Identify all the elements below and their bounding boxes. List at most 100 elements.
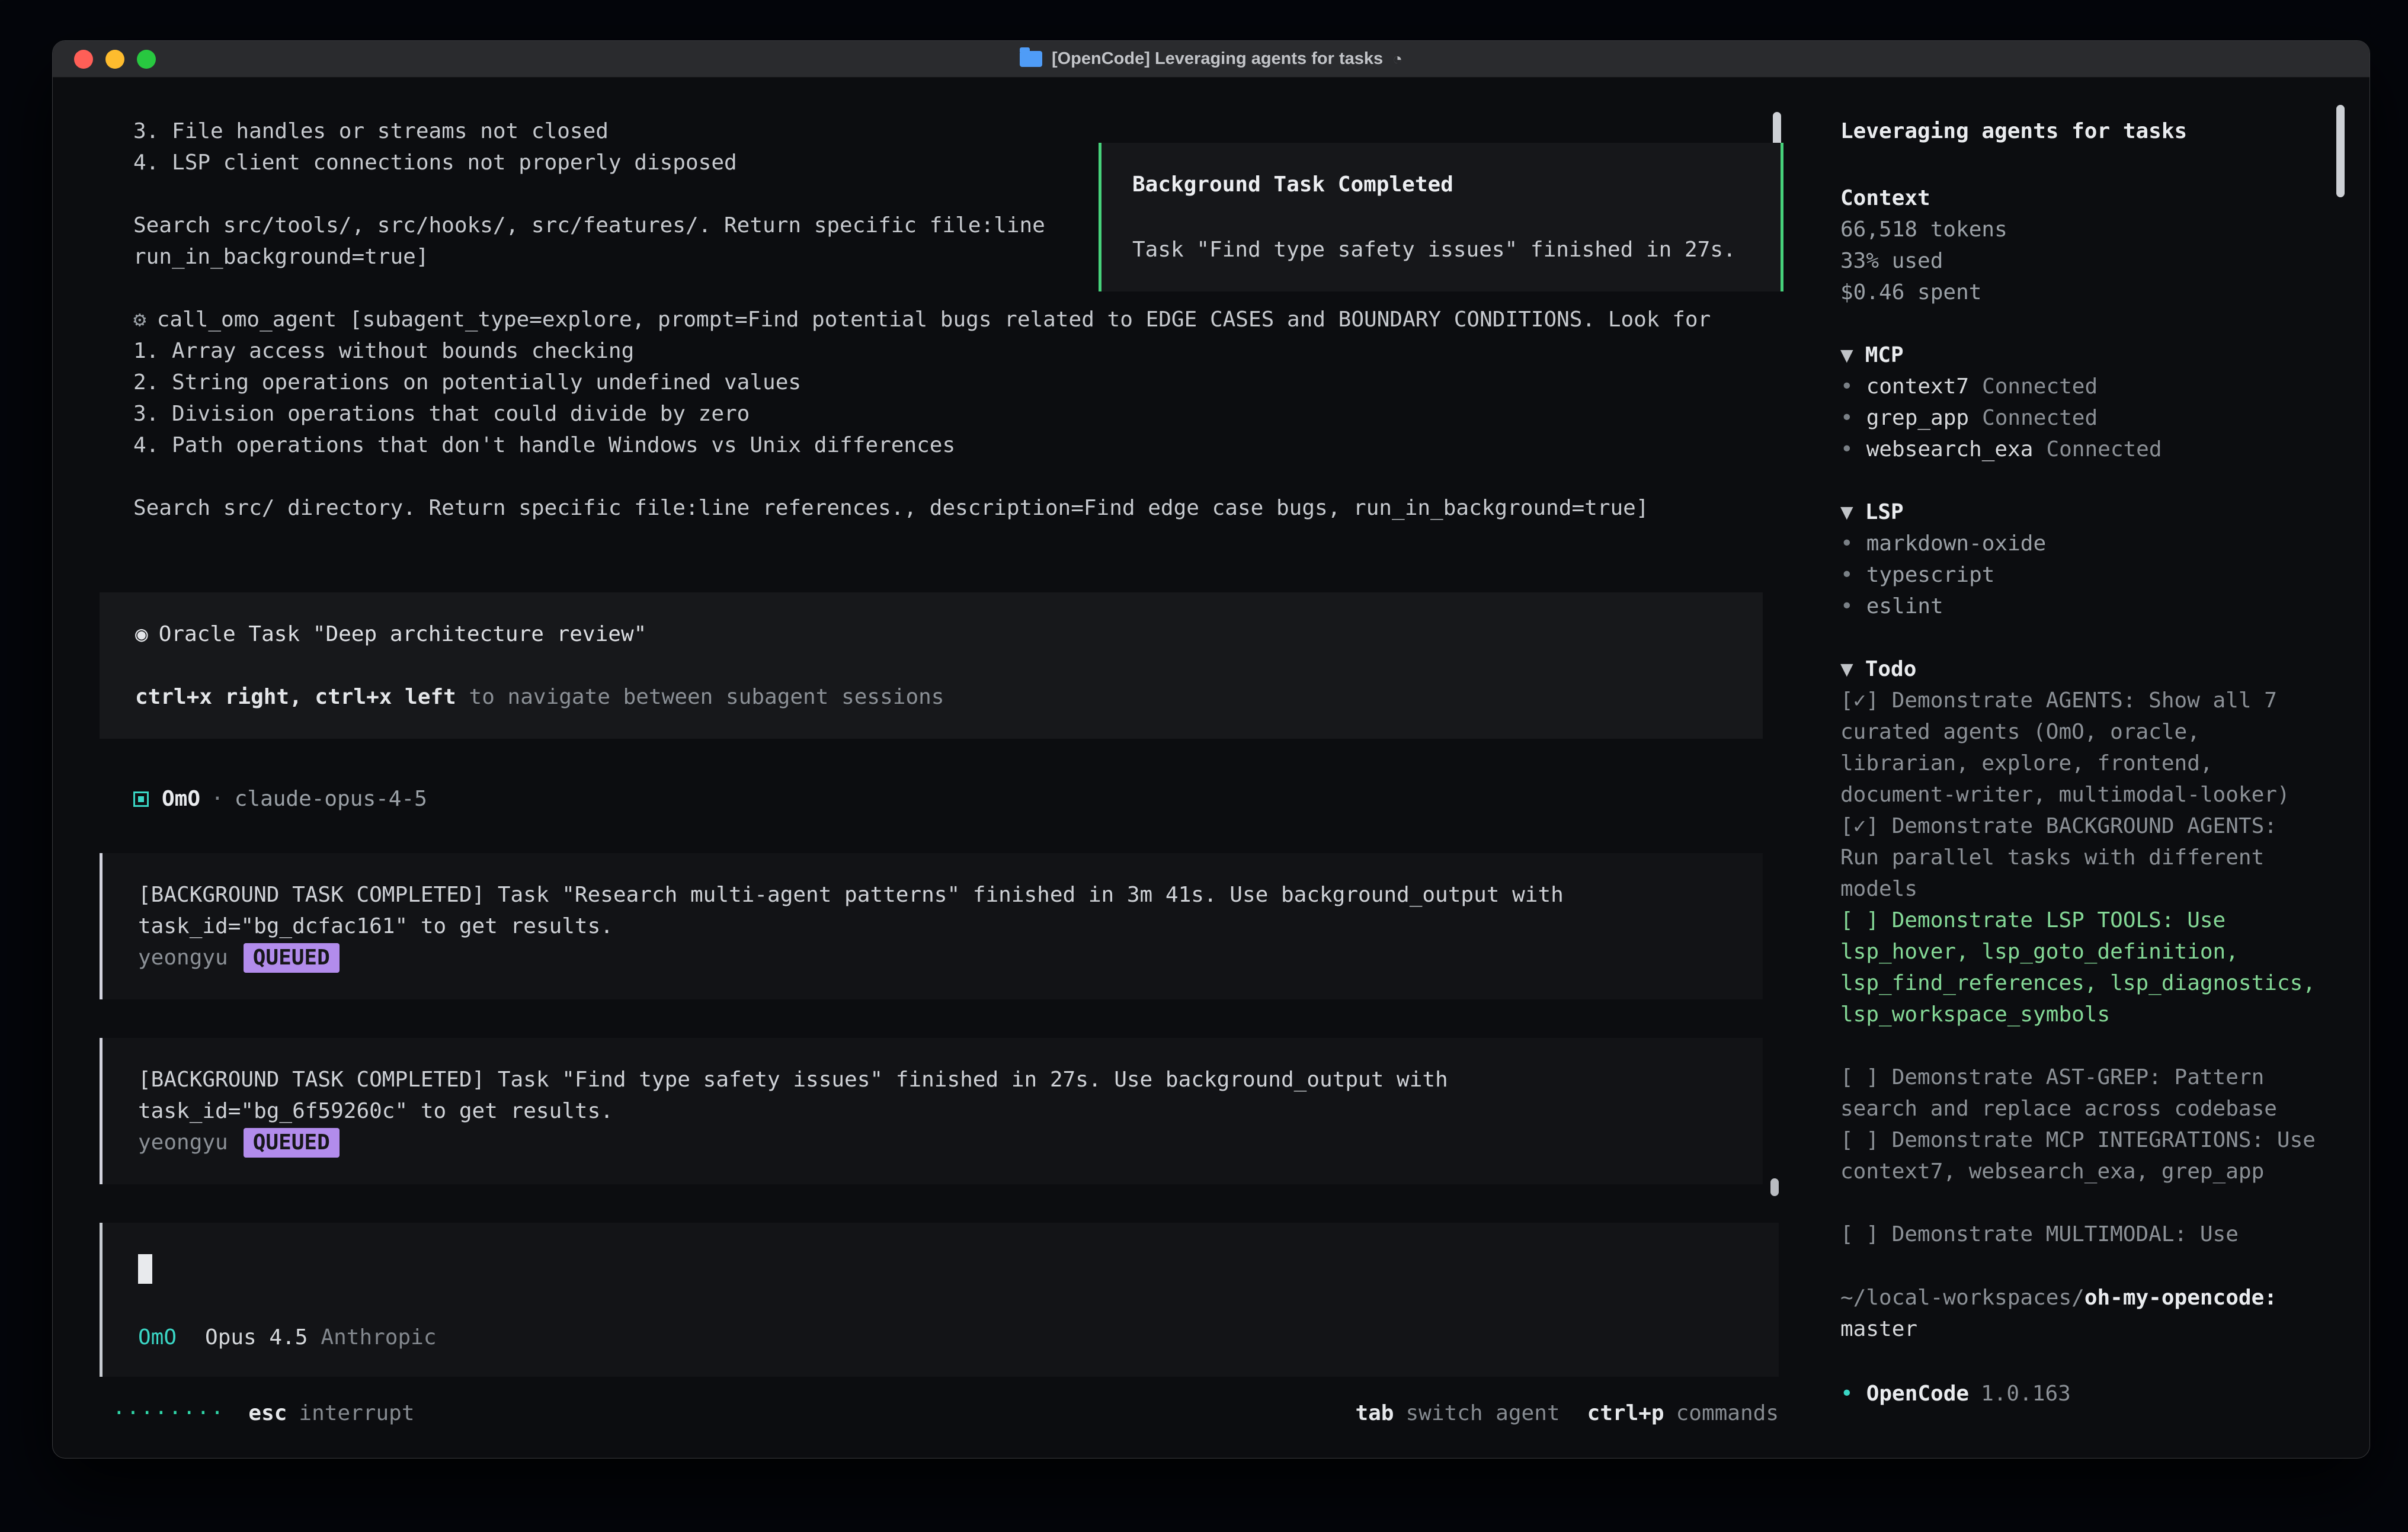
mcp-status: Connected bbox=[1982, 374, 2098, 399]
hint-key: esc bbox=[248, 1398, 287, 1429]
context-tokens: 66,518 tokens bbox=[1840, 214, 2320, 245]
context-heading: Context bbox=[1840, 182, 2320, 214]
desktop: { "colors": { "accent_teal": "#3ad6c5", … bbox=[0, 0, 2408, 1532]
sidebar: Leveraging agents for tasks Context 66,5… bbox=[1825, 78, 2369, 1458]
workspace-repo: oh-my-opencode: bbox=[2084, 1286, 2277, 1310]
gear-icon: ⚙ bbox=[133, 307, 146, 332]
message-author: yeongyu bbox=[138, 1127, 228, 1158]
tool-call-line: 2. String operations on potentially unde… bbox=[133, 367, 1785, 398]
bullet-icon: • bbox=[1840, 437, 1853, 461]
record-icon: ◉ bbox=[135, 622, 148, 646]
message-text: task_id="bg_6f59260c" to get results. bbox=[138, 1095, 1727, 1127]
bullet-icon: • bbox=[1840, 1382, 1853, 1406]
todo-section-header[interactable]: ▼ Todo bbox=[1840, 653, 2320, 685]
todo-item: [ ] Demonstrate MCP INTEGRATIONS: Use co… bbox=[1840, 1124, 2320, 1187]
window-title-text: [OpenCode] Leveraging agents for tasks bbox=[1052, 49, 1383, 69]
folder-icon bbox=[1020, 51, 1042, 67]
app-version: 1.0.163 bbox=[1981, 1382, 2071, 1406]
hint-interrupt: esc interrupt bbox=[248, 1398, 414, 1429]
mcp-name: websearch_exa bbox=[1866, 437, 2034, 461]
mcp-section-header[interactable]: ▼ MCP bbox=[1840, 339, 2320, 371]
bullet-icon: • bbox=[1840, 594, 1853, 618]
todo-item: [✓] Demonstrate AGENTS: Show all 7 curat… bbox=[1840, 685, 2320, 810]
app-window: [OpenCode] Leveraging agents for tasks ◔… bbox=[52, 40, 2370, 1459]
message-text: [BACKGROUND TASK COMPLETED] Task "Resear… bbox=[138, 879, 1727, 911]
zoom-button[interactable] bbox=[137, 50, 156, 69]
tool-call-line: 3. Division operations that could divide… bbox=[133, 398, 1785, 430]
chevron-down-icon: ▼ bbox=[1840, 657, 1853, 681]
todo-item: [✓] Demonstrate BACKGROUND AGENTS: Run p… bbox=[1840, 810, 2320, 905]
mcp-status: Connected bbox=[1982, 406, 2098, 430]
status-bar: ········ esc interrupt tab switch agent … bbox=[53, 1377, 1785, 1458]
hint-switch-agent: tab switch agent bbox=[1355, 1398, 1560, 1429]
model-info-row: OmO Opus 4.5 Anthropic bbox=[138, 1322, 1743, 1353]
mcp-name: grep_app bbox=[1866, 406, 1969, 430]
todo-item: [ ] Demonstrate MULTIMODAL: Use bbox=[1840, 1219, 2320, 1250]
main-scrollbar-marker[interactable] bbox=[1770, 1178, 1779, 1196]
chevron-down-icon: ▼ bbox=[1840, 343, 1853, 367]
queued-badge: QUEUED bbox=[244, 943, 340, 973]
hint-label: interrupt bbox=[299, 1398, 414, 1429]
hint-label: switch agent bbox=[1405, 1398, 1560, 1429]
lsp-name: markdown-oxide bbox=[1866, 531, 2046, 556]
app-name: OpenCode bbox=[1866, 1382, 1969, 1406]
prompt-input[interactable]: OmO Opus 4.5 Anthropic bbox=[100, 1223, 1779, 1377]
separator-dot: · bbox=[211, 783, 224, 815]
bullet-icon: • bbox=[1840, 531, 1853, 556]
lsp-name: typescript bbox=[1866, 563, 1995, 587]
tool-call-line: Search src/ directory. Return specific f… bbox=[133, 492, 1785, 524]
window-controls bbox=[74, 50, 156, 69]
spinner-icon: ········ bbox=[113, 1398, 225, 1429]
todo-heading-text: Todo bbox=[1865, 657, 1917, 681]
agent-model: claude-opus-4-5 bbox=[235, 783, 427, 815]
titlebar[interactable]: [OpenCode] Leveraging agents for tasks ◔ bbox=[53, 41, 2369, 78]
message-text: [BACKGROUND TASK COMPLETED] Task "Find t… bbox=[138, 1064, 1727, 1095]
oracle-task-title: ◉ Oracle Task "Deep architecture review" bbox=[135, 618, 1727, 650]
workspace-path: ~/local-workspaces/oh-my-opencode: maste… bbox=[1840, 1282, 2320, 1345]
sidebar-scrollbar-thumb[interactable] bbox=[2336, 105, 2345, 197]
lsp-item: • markdown-oxide bbox=[1840, 528, 2320, 559]
message-text: task_id="bg_dcfac161" to get results. bbox=[138, 911, 1727, 942]
message-meta: yeongyu QUEUED bbox=[138, 1127, 1727, 1158]
toast-title: Background Task Completed bbox=[1132, 169, 1750, 200]
bullet-icon: • bbox=[1840, 563, 1853, 587]
model-name-label: Opus 4.5 bbox=[205, 1322, 308, 1353]
mcp-heading-text: MCP bbox=[1865, 343, 1904, 367]
mcp-status: Connected bbox=[2046, 437, 2162, 461]
hint-label: commands bbox=[1676, 1398, 1779, 1429]
background-task-toast: Background Task Completed Task "Find typ… bbox=[1099, 143, 1783, 291]
omo-agent-icon bbox=[133, 791, 149, 807]
mcp-item: •grep_appConnected bbox=[1840, 402, 2320, 434]
workspace-prefix: ~/local-workspaces/ bbox=[1840, 1286, 2084, 1310]
subagent-nav-hint: ctrl+x right, ctrl+x left to navigate be… bbox=[135, 681, 1727, 713]
hint-commands: ctrl+p commands bbox=[1587, 1398, 1779, 1429]
tool-call-text: call_omo_agent [subagent_type=explore, p… bbox=[157, 307, 1711, 332]
minimize-button[interactable] bbox=[105, 50, 124, 69]
close-button[interactable] bbox=[74, 50, 93, 69]
right-hints: tab switch agent ctrl+p commands bbox=[1355, 1398, 1779, 1429]
model-provider-label: Anthropic bbox=[321, 1322, 436, 1353]
app-version-row: • OpenCode 1.0.163 bbox=[1840, 1378, 2320, 1409]
agent-name: OmO bbox=[162, 783, 200, 815]
message-author: yeongyu bbox=[138, 942, 228, 973]
context-spent: $0.46 spent bbox=[1840, 277, 2320, 308]
todo-item: [ ] Demonstrate AST-GREP: Pattern search… bbox=[1840, 1062, 2320, 1124]
input-line[interactable] bbox=[138, 1252, 1743, 1284]
mcp-item: •context7Connected bbox=[1840, 371, 2320, 402]
toast-message: Task "Find type safety issues" finished … bbox=[1132, 234, 1750, 265]
timer-icon: ◔ bbox=[1392, 50, 1402, 69]
oracle-task-panel: ◉Oracle Task "Deep architecture review" … bbox=[100, 592, 1763, 739]
chevron-down-icon: ▼ bbox=[1840, 500, 1853, 524]
message-block: [BACKGROUND TASK COMPLETED] Task "Resear… bbox=[100, 853, 1763, 999]
lsp-heading-text: LSP bbox=[1865, 500, 1904, 524]
mcp-item: • websearch_exa Connected bbox=[1840, 434, 2320, 465]
window-title: [OpenCode] Leveraging agents for tasks ◔ bbox=[53, 49, 2369, 69]
tool-call-line: ⚙ call_omo_agent [subagent_type=explore, … bbox=[133, 304, 1785, 335]
lsp-item: • typescript bbox=[1840, 559, 2320, 591]
workspace-branch: master bbox=[1840, 1313, 2320, 1345]
oracle-task-title-text: Oracle Task "Deep architecture review" bbox=[159, 622, 647, 646]
active-agent-label: OmO bbox=[138, 1322, 177, 1353]
tool-call-line: 4. Path operations that don't handle Win… bbox=[133, 430, 1785, 461]
todo-item: [ ] Demonstrate LSP TOOLS: Use lsp_hover… bbox=[1840, 905, 2320, 1030]
lsp-section-header[interactable]: ▼ LSP bbox=[1840, 496, 2320, 528]
